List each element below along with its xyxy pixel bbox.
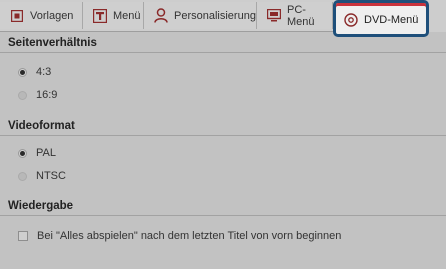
radio-4-3[interactable]: 4:3 [18,66,51,78]
checkbox-label: Bei "Alles abspielen" nach dem letzten T… [37,230,342,242]
radio-button[interactable] [18,171,27,181]
tab-vorlagen[interactable]: Vorlagen [0,2,83,29]
tab-bar: Vorlagen Menü Personalisierung PC-Menü D… [0,0,446,37]
section-title-video: Videoformat [8,120,75,132]
tab-dvd-menu[interactable]: DVD-Menü [333,0,429,37]
radio-ntsc[interactable]: NTSC [18,170,66,182]
loop-playback-checkbox[interactable] [18,231,28,241]
section-divider [0,52,446,53]
tab-label: Vorlagen [30,9,74,22]
radio-button[interactable] [18,90,27,100]
radio-button[interactable] [18,148,27,158]
tab-label: PC-Menü [287,3,315,28]
tab-label: Menü [113,9,141,22]
tab-divider [0,31,333,32]
radio-label: 16:9 [36,89,58,101]
person-icon [154,8,168,23]
radio-pal[interactable]: PAL [18,147,56,159]
radio-button[interactable] [18,67,27,77]
dvd-icon [344,12,358,27]
section-title-aspect: Seitenverhältnis [8,37,97,49]
tab-pc-menu[interactable]: PC-Menü [257,2,333,29]
menu-icon [93,8,107,23]
section-divider [0,215,446,216]
radio-label: 4:3 [36,66,52,78]
tab-label: DVD-Menü [364,13,419,26]
section-divider [0,135,446,136]
radio-16-9[interactable]: 16:9 [18,89,57,101]
monitor-icon [267,9,281,23]
tab-menu[interactable]: Menü [83,2,144,29]
loop-playback-option[interactable]: Bei "Alles abspielen" nach dem letzten T… [18,230,341,242]
radio-label: NTSC [36,170,66,182]
templates-icon [10,9,24,23]
tab-personalisierung[interactable]: Personalisierung [144,2,257,29]
section-title-playback: Wiedergabe [8,200,74,212]
radio-label: PAL [36,147,56,159]
tab-label: Personalisierung [174,9,256,22]
